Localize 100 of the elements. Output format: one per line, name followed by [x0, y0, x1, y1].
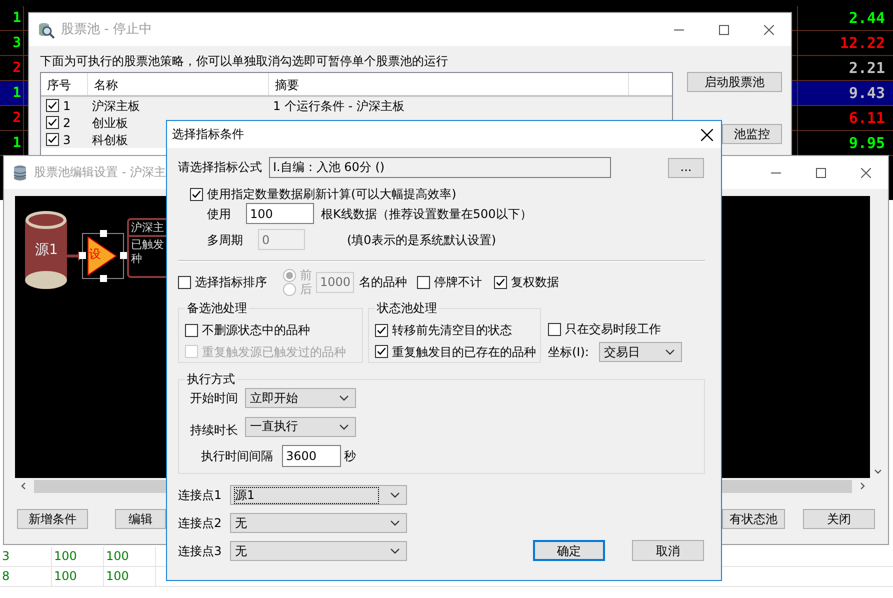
table-cell: 8	[2, 569, 10, 584]
table-cell: 2.21	[848, 59, 885, 77]
input-field[interactable]: 100	[246, 203, 314, 224]
input-field[interactable]: 1000	[316, 272, 354, 293]
checkbox[interactable]	[417, 276, 430, 289]
checkbox[interactable]	[178, 276, 191, 289]
selection-frame[interactable]	[79, 230, 127, 282]
field-label: 名的品种	[359, 275, 407, 290]
table-cell: 100	[54, 549, 77, 564]
table-cell: 12.22	[840, 34, 885, 52]
node-label: 源1	[35, 242, 58, 259]
checkbox[interactable]	[375, 324, 388, 338]
edit-button[interactable]: 编辑	[115, 509, 166, 529]
radio-button[interactable]	[283, 268, 296, 282]
close-icon[interactable]	[860, 168, 870, 178]
checkbox-label: 只在交易时段工作	[565, 322, 661, 337]
close-icon[interactable]	[701, 129, 713, 142]
magnifier-icon	[37, 20, 55, 38]
dropdown[interactable]: 交易日	[599, 342, 682, 362]
source-node[interactable]	[25, 211, 67, 289]
table-cell: 2	[63, 116, 71, 130]
column-header[interactable]: 摘要	[269, 73, 629, 96]
checkbox[interactable]	[190, 188, 203, 201]
ok-button[interactable]: 确定	[533, 540, 605, 562]
dropdown[interactable]: 无	[230, 513, 407, 534]
scroll-left-icon[interactable]	[21, 482, 26, 490]
state-pool-button[interactable]: 有状态池	[722, 509, 785, 529]
checkbox-label: 使用指定数量数据刷新计算(可以大幅提高效率)	[207, 187, 456, 202]
cancel-button[interactable]: 取消	[632, 540, 704, 562]
chevron-icon[interactable]	[390, 520, 400, 526]
table-cell-text: 1 个运行条件 - 沪深主板	[272, 98, 404, 114]
close-icon[interactable]	[764, 24, 774, 34]
table-cell: 9.95	[848, 134, 885, 152]
maximize-icon[interactable]	[718, 24, 728, 34]
dropdown[interactable]: 立即开始	[245, 388, 356, 408]
column-header[interactable]: 名称	[88, 73, 269, 96]
checkbox[interactable]	[185, 324, 198, 338]
table-cell: 100	[106, 569, 129, 584]
chevron-icon[interactable]	[339, 395, 349, 402]
field-label: 多周期	[207, 232, 244, 248]
close-button[interactable]: 关闭	[803, 509, 875, 529]
node-text: 种	[130, 251, 143, 266]
checkbox-label: 重复触发源已触发过的品种	[202, 344, 346, 360]
browse-button[interactable]: ...	[668, 158, 704, 178]
dropdown[interactable]: 一直执行	[245, 416, 356, 437]
field-label: 使用	[207, 206, 232, 222]
group-title: 备选池处理	[185, 301, 249, 316]
scroll-down-icon[interactable]	[874, 469, 882, 474]
add-condition-button[interactable]: 新增条件	[17, 509, 88, 529]
input-field[interactable]: 3600	[282, 444, 341, 467]
checkbox[interactable]	[46, 133, 59, 146]
group-title: 执行方式	[185, 372, 237, 387]
table-cell: 1	[12, 135, 21, 151]
window-title: 股票池编辑设置 - 沪深主	[34, 165, 166, 180]
table-cell: 3	[2, 549, 10, 564]
table-cell: 创业板	[92, 116, 128, 130]
chevron-icon[interactable]	[390, 492, 400, 498]
checkbox[interactable]	[375, 345, 388, 358]
checkbox[interactable]	[46, 116, 59, 130]
field-label: 连接点3	[178, 544, 223, 559]
field-label: 请选择指标公式	[178, 160, 263, 175]
formula-field[interactable]: I.自编：入池 60分 ()	[269, 157, 611, 178]
table-cell: 100	[106, 549, 129, 564]
chevron-icon[interactable]	[339, 424, 349, 430]
node-label: 设	[89, 247, 101, 262]
dialog-title: 选择指标条件	[172, 127, 244, 142]
table-cell: 1	[12, 10, 21, 26]
checkbox[interactable]	[494, 276, 507, 289]
table-cell: 9.43	[848, 84, 885, 102]
field-label: 连接点2	[178, 516, 223, 531]
radio-button[interactable]	[283, 282, 296, 296]
checkbox-label: 复权数据	[511, 275, 559, 290]
column-header[interactable]: 序号	[41, 73, 88, 96]
pool-monitor-button[interactable]: 池监控	[722, 124, 782, 144]
table-cell: 1	[63, 98, 71, 114]
table-cell: 2.44	[848, 9, 885, 27]
window-title: 股票池 - 停止中	[61, 22, 152, 38]
scroll-right-icon[interactable]	[860, 482, 865, 490]
start-pool-button[interactable]: 启动股票池	[687, 72, 782, 92]
table-cell: 沪深主板	[92, 98, 140, 113]
hint-text: 根K线数据（推荐设置数量在500以下）	[321, 206, 532, 222]
radio-label: 前	[300, 268, 312, 282]
dropdown[interactable]: 无	[230, 541, 407, 562]
condition-node[interactable]: 沪深主 已触发 种	[127, 218, 167, 278]
checkbox[interactable]	[548, 323, 561, 336]
table-cell: 100	[54, 569, 77, 584]
setter-node[interactable]	[88, 236, 117, 276]
radio-label: 后	[300, 282, 312, 296]
checkbox[interactable]	[46, 99, 59, 112]
field-label: 秒	[344, 448, 356, 463]
field-label: 连接点1	[178, 488, 223, 503]
hint-text: (填0表示的是系统默认设置)	[347, 232, 496, 248]
dropdown[interactable]: 源1	[230, 485, 407, 506]
table-cell: 1	[12, 85, 21, 101]
table-cell: 3	[63, 132, 71, 148]
chevron-icon[interactable]	[390, 548, 400, 554]
chevron-icon[interactable]	[665, 348, 675, 355]
maximize-icon[interactable]	[816, 168, 826, 178]
table-cell: 6.11	[848, 109, 885, 127]
table-cell: 2	[12, 60, 21, 76]
